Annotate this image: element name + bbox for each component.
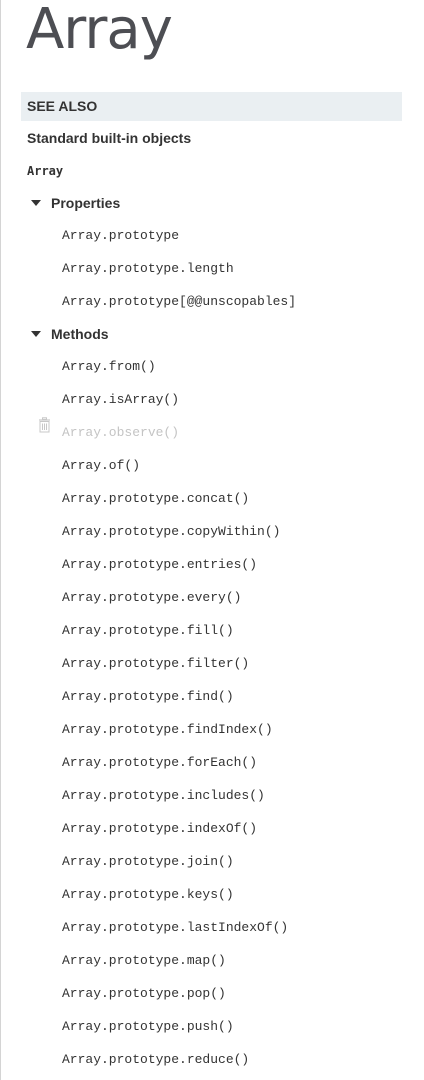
property-link[interactable]: Array.prototype[@@unscopables]: [62, 293, 296, 311]
method-link[interactable]: Array.prototype.filter(): [62, 655, 249, 673]
method-link[interactable]: Array.prototype.lastIndexOf(): [62, 919, 288, 937]
array-current-heading: Array: [27, 164, 64, 178]
method-link-obsolete[interactable]: Array.observe(): [62, 424, 179, 442]
method-link[interactable]: Array.prototype.indexOf(): [62, 820, 257, 838]
standard-objects-link[interactable]: Standard built-in objects: [27, 129, 191, 147]
method-link[interactable]: Array.prototype.map(): [62, 952, 226, 970]
property-link[interactable]: Array.prototype.length: [62, 260, 234, 278]
method-link[interactable]: Array.of(): [62, 457, 140, 475]
method-link[interactable]: Array.prototype.fill(): [62, 622, 234, 640]
triangle-down-icon: [31, 200, 41, 206]
sidebar-border: [0, 0, 1, 1080]
method-link[interactable]: Array.prototype.entries(): [62, 556, 257, 574]
method-link[interactable]: Array.prototype.join(): [62, 853, 234, 871]
method-link[interactable]: Array.prototype.find(): [62, 688, 234, 706]
properties-toggle[interactable]: Properties: [31, 193, 120, 213]
properties-label: Properties: [51, 195, 121, 211]
method-link[interactable]: Array.prototype.pop(): [62, 985, 226, 1003]
method-link[interactable]: Array.prototype.copyWithin(): [62, 523, 280, 541]
method-link[interactable]: Array.prototype.push(): [62, 1018, 234, 1036]
method-link[interactable]: Array.prototype.findIndex(): [62, 721, 273, 739]
method-link[interactable]: Array.prototype.forEach(): [62, 754, 257, 772]
method-link[interactable]: Array.prototype.reduce(): [62, 1051, 249, 1069]
method-link[interactable]: Array.isArray(): [62, 391, 179, 409]
method-link[interactable]: Array.prototype.includes(): [62, 787, 265, 805]
page-title: Array: [26, 0, 173, 62]
triangle-down-icon: [31, 331, 41, 337]
trash-icon: [39, 417, 50, 433]
method-link[interactable]: Array.from(): [62, 358, 156, 376]
method-link[interactable]: Array.prototype.concat(): [62, 490, 249, 508]
methods-toggle[interactable]: Methods: [31, 324, 109, 344]
method-link[interactable]: Array.prototype.keys(): [62, 886, 234, 904]
methods-label: Methods: [51, 326, 109, 342]
property-link[interactable]: Array.prototype: [62, 227, 179, 245]
see-also-header: SEE ALSO: [21, 92, 402, 121]
method-link[interactable]: Array.prototype.every(): [62, 589, 241, 607]
